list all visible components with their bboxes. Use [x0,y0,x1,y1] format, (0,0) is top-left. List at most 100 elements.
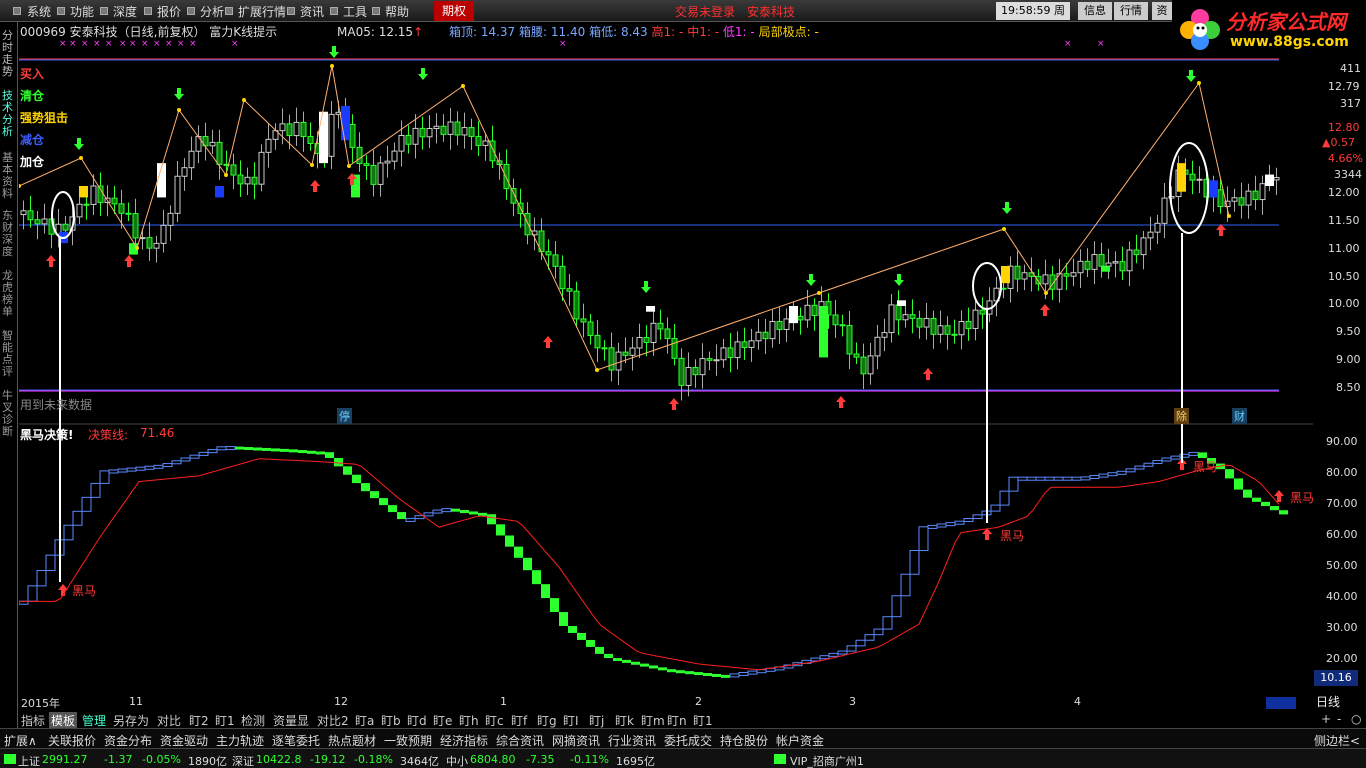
indicator-step [837,650,848,655]
sidebar-toggle[interactable]: 侧边栏< [1314,732,1360,749]
indicator-name[interactable]: 富力K线提示 [209,25,277,39]
info-button[interactable]: 信息 [1078,2,1112,20]
candle-body [587,321,594,336]
tb-watch-c[interactable]: 盯c [485,712,504,729]
fn-web-news[interactable]: 网摘资讯 [552,732,600,749]
tb-watch-d[interactable]: 盯d [407,712,427,729]
fn-expand[interactable]: 扩展∧ [4,732,37,749]
tb-watch-e[interactable]: 盯e [433,712,452,729]
indicator-step [289,449,298,453]
indicator-step [649,665,658,669]
fn-economic[interactable]: 经济指标 [440,732,488,749]
candle-body [244,176,251,185]
stock-name: 安泰科技（日线,前复权） [69,25,206,39]
zoom-out-button[interactable]: - [1337,712,1341,726]
fn-fund-drive[interactable]: 资金驱动 [160,732,208,749]
menu-icon [57,7,65,15]
menu-depth[interactable]: 深度 [113,3,137,20]
candle-body [706,358,713,361]
indicator-step [1134,465,1145,470]
fn-consensus[interactable]: 一致预期 [384,732,432,749]
menu-system[interactable]: 系统 [27,3,51,20]
fn-orders[interactable]: 委托成交 [664,732,712,749]
option-tab[interactable]: 期权 [434,1,474,21]
zigzag-point [1197,81,1201,85]
indicator-step [640,663,649,667]
indicator-step [738,672,749,676]
indicator-step [216,446,227,451]
tb-watch-k[interactable]: 盯k [615,712,634,729]
tb-template[interactable]: 模板 [49,712,78,729]
indicator-step [550,598,559,613]
tab-eastmoney-depth[interactable]: 东财深度 [2,210,16,258]
tab-smart-comment[interactable]: 智能点评 [2,330,16,378]
tb-watch1[interactable]: 盯1 [215,712,235,729]
tab-diagnosis[interactable]: 牛叉诊断 [2,390,16,438]
candle-body [797,315,804,321]
menu-quote[interactable]: 报价 [157,3,181,20]
indicator-step [882,616,893,630]
tab-fundamental[interactable]: 基本资料 [2,152,16,200]
tab-dragon-tiger[interactable]: 龙虎榜单 [2,270,16,318]
indicator-step [559,612,568,626]
zoom-in-button[interactable]: + [1321,712,1331,726]
menu-news[interactable]: 资讯 [300,3,324,20]
fn-fund-distribution[interactable]: 资金分布 [104,732,152,749]
scroll-indicator[interactable] [1266,697,1296,709]
candle-body [741,341,748,348]
tb-watch-m[interactable]: 盯m [641,712,665,729]
candle-body [237,174,244,185]
tab-intraday[interactable]: 分时走势 [2,30,16,78]
indicator-step [388,505,397,513]
legend-buy: 买入 [20,67,45,81]
axis-950: 9.50 [1336,325,1361,338]
tb-watch-i[interactable]: 盯I [563,712,579,729]
menu-analysis[interactable]: 分析 [200,3,224,20]
period-label[interactable]: 日线 [1316,693,1340,710]
tb-watch-a[interactable]: 盯a [355,712,374,729]
fn-positions[interactable]: 持仓股份 [720,732,768,749]
tb-manage[interactable]: 管理 [82,712,106,729]
candle-body [643,337,650,343]
candle-body [853,353,860,358]
indicator-step [1026,476,1037,481]
extra-button[interactable]: 资 [1152,2,1172,20]
tb-volume[interactable]: 资量显 [273,712,309,729]
indicator-step [99,470,110,484]
tb-watch-b[interactable]: 盯b [381,712,401,729]
menu-extended-quote[interactable]: 扩展行情 [238,3,286,20]
tb-watch-j[interactable]: 盯j [589,712,604,729]
tb-compare2[interactable]: 对比2 [317,712,349,729]
fn-account-funds[interactable]: 帐户资金 [776,732,824,749]
fn-tick-order[interactable]: 逐笔委托 [272,732,320,749]
tb-watch-f[interactable]: 盯f [511,712,527,729]
tab-technical[interactable]: 技术分析 [2,90,16,138]
menu-function[interactable]: 功能 [70,3,94,20]
candle-body [1161,197,1168,224]
kline-chart[interactable]: × × × × × × × × × × × × × × × × [19,38,1313,694]
settings-circle-button[interactable]: ○ [1351,712,1361,726]
menu-tools[interactable]: 工具 [343,3,367,20]
fn-main-track[interactable]: 主力轨迹 [216,732,264,749]
trade-login-status[interactable]: 交易未登录 [675,3,735,20]
tb-compare[interactable]: 对比 [157,712,181,729]
sh-volume: 1890亿 [188,755,227,768]
indicator-step [1252,497,1261,502]
stop-marker: 停 [337,408,352,424]
tb-watch2[interactable]: 盯2 [189,712,209,729]
tb-save-as[interactable]: 另存为 [113,712,149,729]
fn-general-news[interactable]: 综合资讯 [496,732,544,749]
tb-watch-g[interactable]: 盯g [537,712,557,729]
fn-related-quote[interactable]: 关联报价 [48,732,96,749]
tb-check[interactable]: 检测 [241,712,265,729]
quote-button[interactable]: 行情 [1114,2,1148,20]
zigzag-polyline [19,65,1230,371]
tb-watch-n[interactable]: 盯n [667,712,687,729]
menu-help[interactable]: 帮助 [385,3,409,20]
fn-hot-topic[interactable]: 热点题材 [328,732,376,749]
high-label: 高1: [651,25,676,39]
fn-industry-news[interactable]: 行业资讯 [608,732,656,749]
tb-watch-l[interactable]: 盯1 [693,712,713,729]
tb-watch-h[interactable]: 盯h [459,712,479,729]
tb-indicator[interactable]: 指标 [21,712,45,729]
